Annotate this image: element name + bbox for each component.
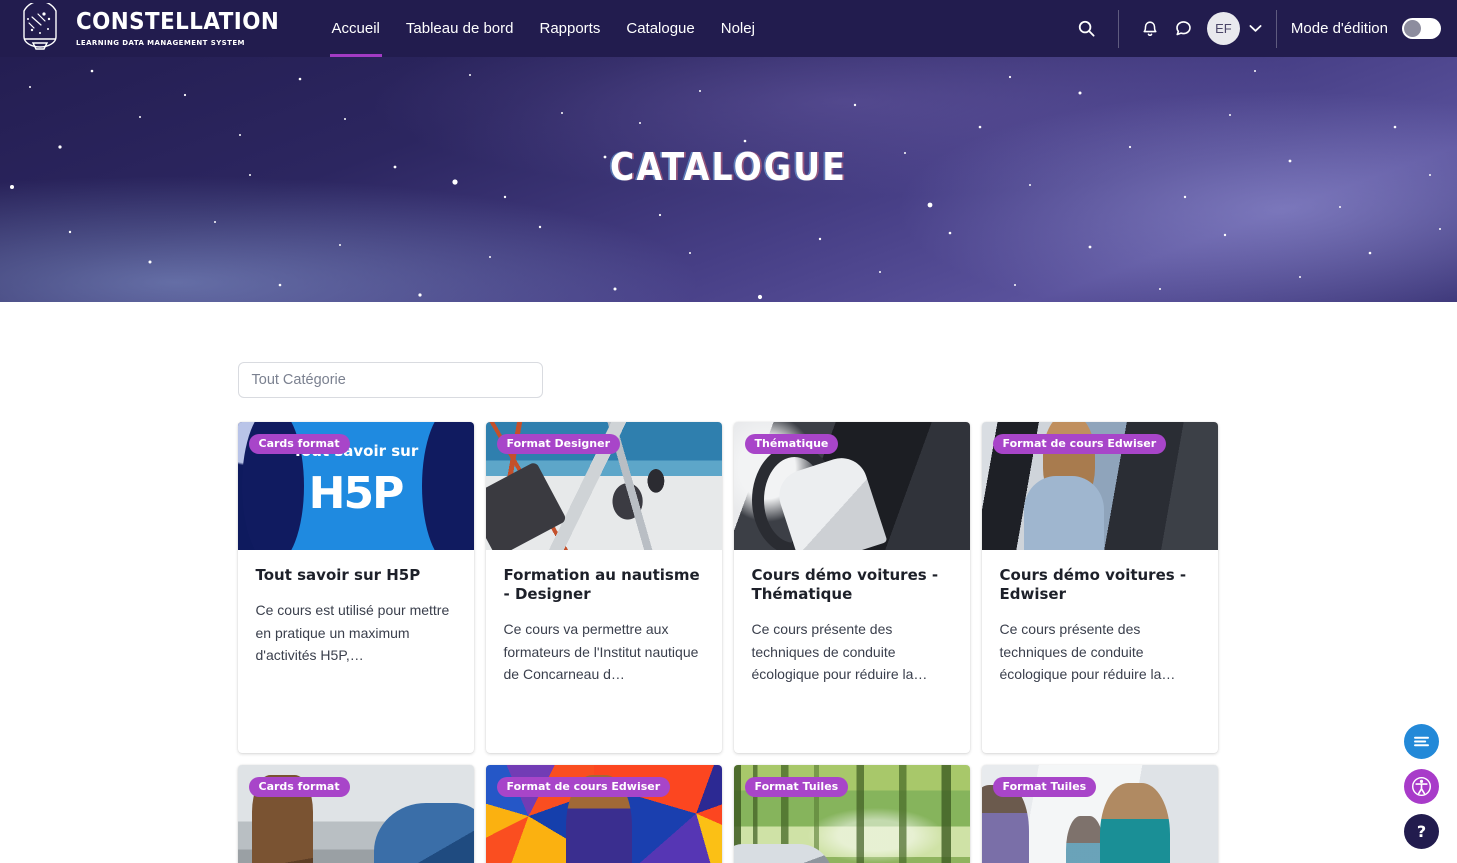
edit-mode-control: Mode d'édition [1291, 18, 1441, 39]
card-image: Cards format [237, 765, 474, 863]
header-divider-1 [1117, 9, 1119, 48]
card-badge: Format Tuiles [744, 777, 849, 797]
card-image: Format de cours Edwiser [981, 422, 1218, 550]
brand-subtitle: LEARNING DATA MANAGEMENT SYSTEM [76, 37, 245, 47]
card-image: Thématique [733, 422, 970, 550]
hero-banner: CATALOGUE [0, 57, 1457, 302]
nav-item-accueil[interactable]: Accueil [319, 0, 393, 57]
chat-bubble-icon[interactable] [1167, 12, 1201, 46]
card-badge: Cards format [248, 777, 350, 797]
course-card[interactable]: Cards format [237, 765, 474, 863]
course-card[interactable]: Format de cours Edwiser Cours démo voitu… [981, 422, 1218, 753]
card-title: Formation au nautisme - Designer [503, 566, 700, 604]
course-card[interactable]: Format Tuiles [981, 765, 1218, 863]
course-card[interactable]: Format Tuiles [733, 765, 970, 863]
nav-label: Tableau de bord [405, 20, 514, 37]
nav-item-rapports[interactable]: Rapports [526, 0, 613, 57]
nav-label: Nolej [720, 20, 755, 37]
course-card-grid: Tout savoir sur H5P Cards format Tout sa… [237, 422, 1220, 863]
category-filter-value: Tout Catégorie [251, 372, 346, 388]
main-navigation: Accueil Tableau de bord Rapports Catalog… [319, 0, 768, 57]
accessibility-icon[interactable] [1404, 769, 1439, 804]
nav-label: Accueil [331, 20, 380, 37]
card-badge: Format de cours Edwiser [496, 777, 671, 797]
avatar-initials: EF [1215, 21, 1232, 36]
course-card[interactable]: Thématique Cours démo voitures - Thémati… [733, 422, 970, 753]
card-image: Tout savoir sur H5P Cards format [237, 422, 474, 550]
chevron-down-icon[interactable] [1249, 24, 1262, 33]
nav-item-catalogue[interactable]: Catalogue [613, 0, 707, 57]
course-card[interactable]: Format de cours Edwiser [485, 765, 722, 863]
help-glyph: ? [1416, 822, 1427, 841]
course-card[interactable]: Tout savoir sur H5P Cards format Tout sa… [237, 422, 474, 753]
brand-logo[interactable]: CONSTELLATION LEARNING DATA MANAGEMENT S… [0, 0, 295, 57]
card-description: Ce cours présente des techniques de cond… [751, 621, 928, 683]
card-badge: Format de cours Edwiser [992, 434, 1167, 454]
card-badge: Cards format [248, 434, 350, 454]
help-icon[interactable]: ? [1404, 814, 1439, 849]
card-title: Tout savoir sur H5P [255, 566, 421, 584]
card-title: Cours démo voitures - Thématique [751, 566, 939, 604]
constellation-logo-icon [14, 0, 66, 55]
main-content: Tout Catégorie Tout savoir sur H5P Cards… [0, 302, 1457, 863]
h5p-overlay-logo: H5P [308, 468, 405, 519]
top-header: CONSTELLATION LEARNING DATA MANAGEMENT S… [0, 0, 1457, 57]
card-body: Cours démo voitures - Edwiser Ce cours p… [982, 550, 1218, 686]
course-card[interactable]: Format Designer Formation au nautisme - … [485, 422, 722, 753]
page-title: CATALOGUE [610, 145, 847, 189]
card-badge: Thématique [744, 434, 839, 454]
card-title: Cours démo voitures - Edwiser [999, 566, 1187, 604]
card-description: Ce cours présente des techniques de cond… [999, 621, 1176, 683]
category-filter-select[interactable]: Tout Catégorie [237, 362, 543, 398]
card-image: Format de cours Edwiser [485, 765, 722, 863]
nav-label: Catalogue [626, 20, 695, 37]
brand-title: CONSTELLATION [76, 8, 280, 35]
card-description: Ce cours va permettre aux formateurs de … [503, 621, 699, 683]
nav-label: Rapports [539, 20, 601, 37]
card-image: Format Tuiles [981, 765, 1218, 863]
card-image: Format Tuiles [733, 765, 970, 863]
edit-mode-label: Mode d'édition [1290, 20, 1388, 37]
header-divider-2 [1275, 9, 1277, 48]
card-image: Format Designer [485, 422, 722, 550]
header-actions: EF Mode d'édition [1070, 0, 1457, 57]
card-body: Tout savoir sur H5P Ce cours est utilisé… [238, 550, 474, 666]
edit-mode-toggle[interactable] [1402, 18, 1441, 39]
search-icon[interactable] [1070, 12, 1104, 46]
card-body: Formation au nautisme - Designer Ce cour… [486, 550, 722, 686]
avatar[interactable]: EF [1206, 12, 1240, 45]
nav-item-nolej[interactable]: Nolej [708, 0, 768, 57]
card-description: Ce cours est utilisé pour mettre en prat… [255, 602, 450, 663]
align-lines-icon[interactable] [1404, 724, 1439, 759]
nav-item-tableau-de-bord[interactable]: Tableau de bord [393, 0, 527, 57]
card-body: Cours démo voitures - Thématique Ce cour… [734, 550, 970, 686]
card-badge: Format Tuiles [992, 777, 1097, 797]
bell-icon[interactable] [1133, 12, 1167, 46]
card-badge: Format Designer [496, 434, 621, 454]
floating-action-buttons: ? [1404, 724, 1439, 849]
